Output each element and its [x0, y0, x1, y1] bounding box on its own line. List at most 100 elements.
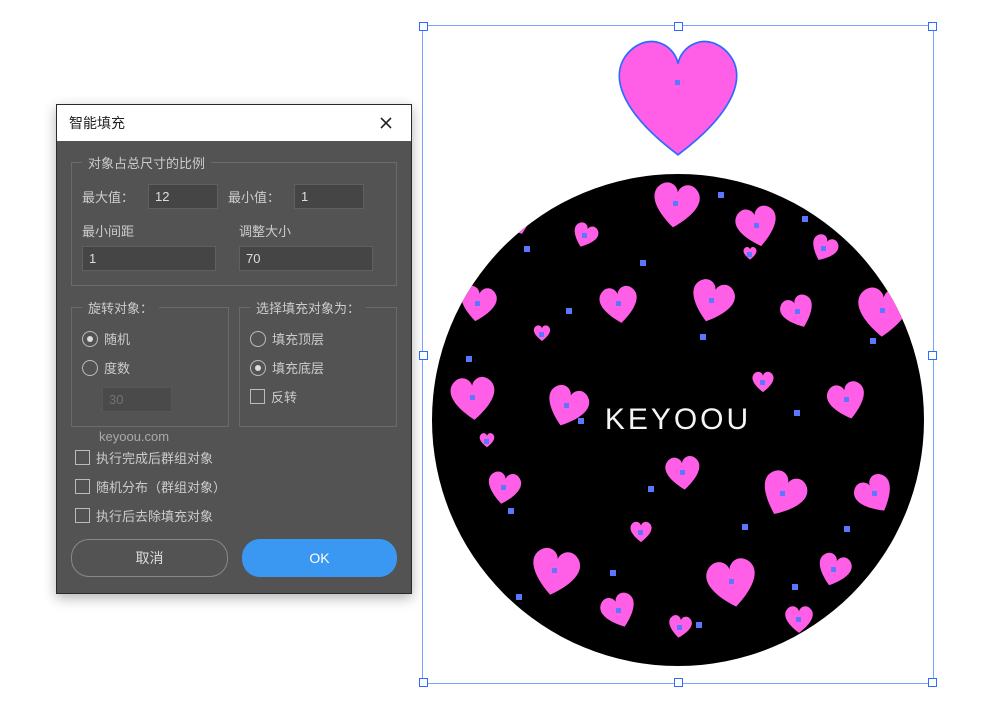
heart-shape[interactable] [852, 474, 898, 515]
heart-shape[interactable] [662, 454, 704, 492]
anchor-handle[interactable] [821, 246, 826, 251]
heart-shape[interactable] [456, 284, 500, 324]
anchor-handle[interactable] [501, 485, 506, 490]
anchor-handle[interactable] [700, 334, 706, 340]
anchor-handle[interactable] [513, 212, 518, 217]
anchor-handle[interactable] [484, 439, 489, 444]
cancel-button[interactable]: 取消 [71, 539, 228, 577]
anchor-handle[interactable] [524, 246, 530, 252]
anchor-handle[interactable] [616, 301, 621, 306]
heart-shape[interactable] [492, 194, 540, 237]
anchor-handle[interactable] [754, 223, 759, 228]
heart-shape[interactable] [484, 470, 524, 506]
heart-shape[interactable] [596, 284, 642, 325]
anchor-handle[interactable] [844, 397, 849, 402]
heart-shape[interactable] [628, 520, 654, 543]
anchor-handle[interactable] [610, 570, 616, 576]
selection-handle[interactable] [419, 678, 428, 687]
artboard-selection[interactable]: KEYOOU [423, 26, 933, 683]
anchor-handle[interactable] [792, 584, 798, 590]
heart-shape[interactable] [808, 234, 840, 263]
anchor-handle[interactable] [742, 524, 748, 530]
group-after-check[interactable]: 执行完成后群组对象 [75, 448, 397, 467]
heart-shape[interactable] [446, 374, 500, 423]
heart-shape[interactable] [648, 180, 704, 230]
anchor-handle[interactable] [718, 192, 724, 198]
anchor-handle[interactable] [470, 395, 475, 400]
resize-input[interactable] [239, 246, 373, 271]
heart-shape[interactable] [756, 470, 810, 519]
anchor-handle[interactable] [578, 418, 584, 424]
heart-shape[interactable] [666, 614, 694, 639]
heart-shape[interactable] [570, 222, 600, 249]
selection-handle[interactable] [928, 678, 937, 687]
heart-shape[interactable] [814, 552, 854, 588]
heart-shape[interactable] [750, 370, 776, 393]
heart-shape[interactable] [686, 278, 738, 325]
anchor-handle[interactable] [508, 508, 514, 514]
anchor-handle[interactable] [640, 260, 646, 266]
anchor-handle[interactable] [566, 308, 572, 314]
source-heart-shape[interactable] [603, 32, 753, 162]
heart-shape[interactable] [532, 324, 552, 342]
gap-input[interactable] [82, 246, 216, 271]
anchor-handle[interactable] [466, 356, 472, 362]
anchor-handle[interactable] [475, 301, 480, 306]
fill-target-circle[interactable]: KEYOOU [432, 174, 924, 666]
anchor-handle[interactable] [794, 410, 800, 416]
anchor-handle[interactable] [880, 308, 885, 313]
anchor-handle[interactable] [516, 594, 522, 600]
selection-handle[interactable] [419, 22, 428, 31]
invert-check[interactable]: 反转 [250, 387, 386, 406]
anchor-handle[interactable] [802, 216, 808, 222]
anchor-handle[interactable] [796, 617, 801, 622]
anchor-handle[interactable] [870, 338, 876, 344]
anchor-handle[interactable] [795, 309, 800, 314]
heart-shape[interactable] [742, 246, 758, 260]
heart-shape[interactable] [526, 546, 584, 598]
close-icon[interactable] [373, 114, 399, 132]
anchor-handle[interactable] [582, 233, 587, 238]
min-input[interactable] [294, 184, 364, 209]
anchor-handle[interactable] [696, 622, 702, 628]
anchor-handle[interactable] [539, 332, 544, 337]
heart-shape[interactable] [852, 284, 914, 340]
heart-shape[interactable] [778, 294, 818, 330]
anchor-handle[interactable] [638, 530, 643, 535]
max-input[interactable] [148, 184, 218, 209]
fill-bottom-radio[interactable]: 填充底层 [250, 358, 386, 377]
heart-shape[interactable] [598, 592, 640, 630]
anchor-handle[interactable] [760, 380, 765, 385]
anchor-handle[interactable] [552, 568, 557, 573]
selection-handle[interactable] [928, 22, 937, 31]
random-dist-check[interactable]: 随机分布（群组对象） [75, 477, 397, 496]
anchor-handle[interactable] [616, 608, 621, 613]
heart-shape[interactable] [824, 380, 870, 421]
anchor-handle[interactable] [648, 486, 654, 492]
rotate-degree-radio[interactable]: 度数 [82, 358, 218, 377]
anchor-handle[interactable] [747, 252, 752, 257]
heart-shape[interactable] [478, 432, 496, 448]
anchor-handle[interactable] [844, 526, 850, 532]
anchor-handle[interactable] [780, 491, 785, 496]
heart-shape[interactable] [702, 556, 762, 610]
dialog-title-bar[interactable]: 智能填充 [57, 105, 411, 141]
selection-handle[interactable] [928, 351, 937, 360]
anchor-handle[interactable] [709, 298, 714, 303]
selection-handle[interactable] [419, 351, 428, 360]
selection-handle[interactable] [674, 678, 683, 687]
rotate-random-radio[interactable]: 随机 [82, 329, 218, 348]
ok-button[interactable]: OK [242, 539, 397, 577]
remove-fill-check[interactable]: 执行后去除填充对象 [75, 506, 397, 525]
anchor-handle[interactable] [831, 567, 836, 572]
selection-handle[interactable] [674, 22, 683, 31]
fill-top-radio[interactable]: 填充顶层 [250, 329, 386, 348]
anchor-handle[interactable] [675, 80, 680, 85]
heart-shape[interactable] [782, 604, 816, 635]
anchor-handle[interactable] [673, 201, 678, 206]
anchor-handle[interactable] [872, 491, 877, 496]
anchor-handle[interactable] [729, 579, 734, 584]
anchor-handle[interactable] [680, 470, 685, 475]
heart-shape[interactable] [732, 204, 782, 249]
anchor-handle[interactable] [564, 403, 569, 408]
